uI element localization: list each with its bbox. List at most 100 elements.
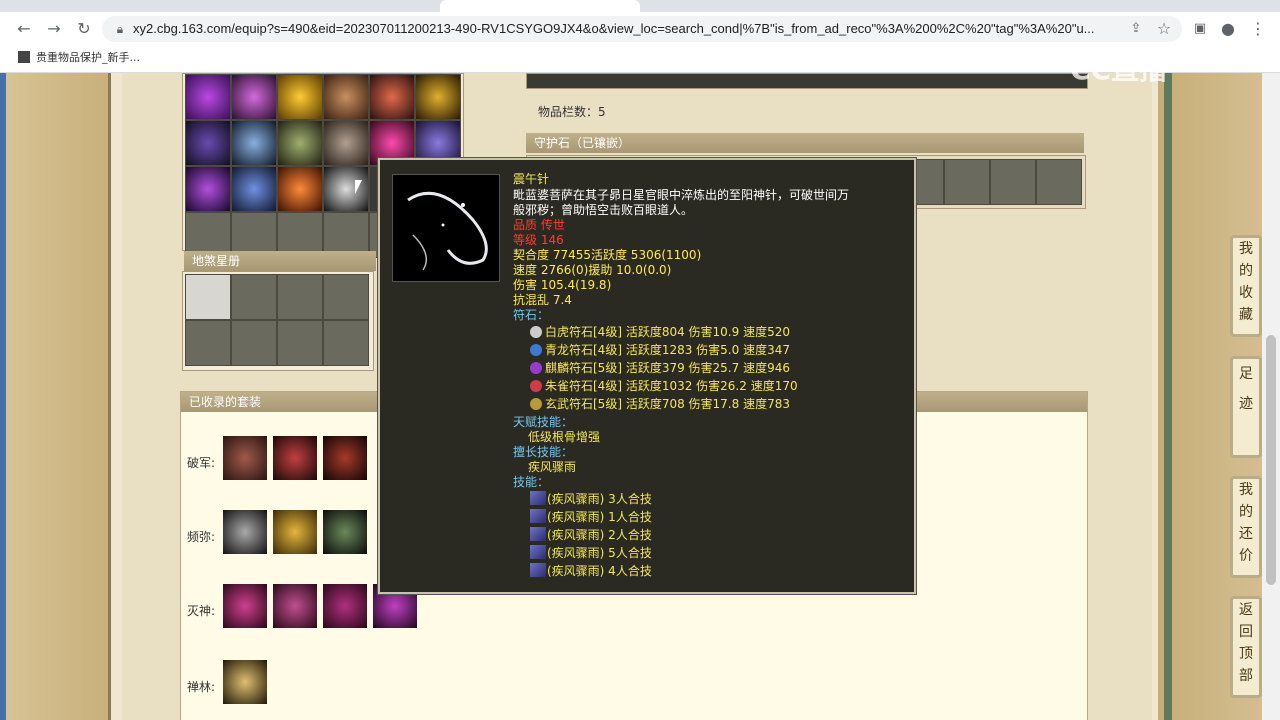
sidepanel-icon[interactable]: ▣ [1190,19,1210,39]
rune-row: 青龙符石[4级] 活跃度1283 伤害5.0 速度347 [530,343,790,358]
rune-row: 白虎符石[4级] 活跃度804 伤害10.9 速度520 [530,325,790,340]
skill-row: (疾风骤雨) 2人合技 [530,527,652,543]
skill-row: (疾风骤雨) 3人合技 [530,491,652,507]
star-book-slot[interactable] [231,320,277,366]
rune-row: 朱雀符石[4级] 活跃度1032 伤害26.2 速度170 [530,379,798,394]
reload-icon[interactable]: ↻ [74,19,94,39]
star-book-slot[interactable] [323,320,369,366]
guard-stone-header: 守护石（已镶嵌） [526,133,1084,153]
bookmark-label: 贵重物品保护_新手... [36,51,140,64]
back-to-top-button[interactable]: 返回顶部 [1230,596,1262,698]
skill-icon [530,509,546,523]
item-affinity: 契合度 77455活跃度 5306(1100) [513,248,702,262]
inventory-item[interactable] [369,74,415,120]
item-quality: 品质 传世 [513,218,565,232]
item-damage: 伤害 105.4(19.8) [513,278,612,292]
menu-icon[interactable]: ⋮ [1248,19,1268,39]
cc-live-watermark: CC直播 [1070,53,1168,86]
rune-row: 玄武符石[5级] 活跃度708 伤害17.8 速度783 [530,397,790,412]
url-text[interactable]: xy2.cbg.163.com/equip?s=490&eid=20230701… [133,19,1123,39]
inventory-item[interactable] [277,74,323,120]
item-name: 震午针 [513,172,550,186]
lock-icon[interactable]: 🔒︎ [110,19,130,39]
item-desc-line1: 毗蓝婆菩萨在其子昴日星官眼中淬炼出的至阳神针，可破世间万 [513,188,850,202]
left-decoration [0,73,108,720]
skill-icon [530,545,546,559]
inventory-item[interactable] [323,74,369,120]
talent-value: 低级根骨增强 [528,430,601,444]
xuanwu-rune-icon [530,398,542,410]
star-book-header: 地煞星册 [184,251,376,271]
forward-icon[interactable]: → [44,19,64,39]
skill-icon [530,527,546,541]
share-icon[interactable]: ⇪ [1126,19,1146,39]
inventory-item[interactable] [185,120,231,166]
expert-label: 擅长技能： [513,445,574,459]
mouse-cursor-icon [355,180,362,194]
qinglong-rune-icon [530,344,542,356]
set-item-helmet[interactable] [273,436,317,480]
baihu-rune-icon [530,326,542,338]
star-book-slot[interactable] [277,274,323,320]
inventory-item[interactable] [415,74,461,120]
set-item-badge[interactable] [223,660,267,704]
my-favorites-button[interactable]: 我的收藏 [1230,235,1262,337]
rune-row: 麒麟符石[5级] 活跃度379 伤害25.7 速度946 [530,361,790,376]
star-book-slot[interactable] [277,320,323,366]
inventory-item[interactable] [185,74,231,120]
inventory-item[interactable] [231,74,277,120]
runes-label: 符石： [513,308,550,322]
inventory-item[interactable] [323,166,369,212]
set-item-amulet[interactable] [323,510,367,554]
scrollbar-thumb[interactable] [1266,335,1276,585]
qilin-rune-icon [530,362,542,374]
inventory-item[interactable] [231,120,277,166]
right-border [1164,73,1172,720]
inventory-item[interactable] [277,166,323,212]
guard-stone-slot[interactable] [990,159,1036,205]
inventory-item[interactable] [231,166,277,212]
profile-avatar-icon[interactable]: ● [1218,19,1238,39]
inventory-item[interactable] [277,120,323,166]
back-icon[interactable]: ← [14,19,34,39]
page-scrollbar[interactable] [1262,73,1280,720]
skill-icon [530,563,546,577]
skill-row: (疾风骤雨) 1人合技 [530,509,652,525]
item-count: 物品栏数：5 [538,105,606,119]
set-item-armor[interactable] [223,436,267,480]
set-item-robe2[interactable] [273,584,317,628]
star-book-panel [182,271,374,371]
my-counteroffer-button[interactable]: 我的还价 [1230,476,1262,578]
set-item-robe[interactable] [223,584,267,628]
set-label-mieshen: 灭神: [187,604,216,618]
browser-tab[interactable] [20,0,210,12]
item-desc-line2: 般邪秽；曾助悟空击败百眼道人。 [513,203,694,217]
set-item-robe3[interactable] [323,584,367,628]
bookmark-item[interactable]: 贵重物品保护_新手... [18,50,140,66]
item-level: 等级 146 [513,233,564,247]
talent-label: 天赋技能： [513,415,574,429]
expert-value: 疾风骤雨 [528,460,577,474]
set-item-ring[interactable] [273,510,317,554]
set-label-pinmi: 频弥: [187,530,216,544]
item-speed: 速度 2766(0)援助 10.0(0.0) [513,263,672,277]
bookmark-star-icon[interactable]: ☆ [1154,19,1174,39]
set-label-pojun: 破军: [187,456,216,470]
skill-row: (疾风骤雨) 5人合技 [530,545,652,561]
inventory-item[interactable] [323,120,369,166]
guard-stone-slot[interactable] [1036,159,1082,205]
browser-tab-active[interactable] [440,0,640,12]
equipment-grid [526,73,1088,89]
skill-label: 技能： [513,475,550,489]
skill-icon [530,491,546,505]
footprint-button[interactable]: 足迹 [1230,356,1262,458]
star-book-slot[interactable] [185,320,231,366]
inventory-item[interactable] [185,166,231,212]
star-book-slot[interactable] [231,274,277,320]
guard-stone-slot[interactable] [944,159,990,205]
set-item-necklace[interactable] [323,436,367,480]
star-book-card[interactable] [185,274,231,320]
set-item-chain[interactable] [223,510,267,554]
star-book-slot[interactable] [323,274,369,320]
set-label-chanlin: 禅林: [187,680,216,694]
